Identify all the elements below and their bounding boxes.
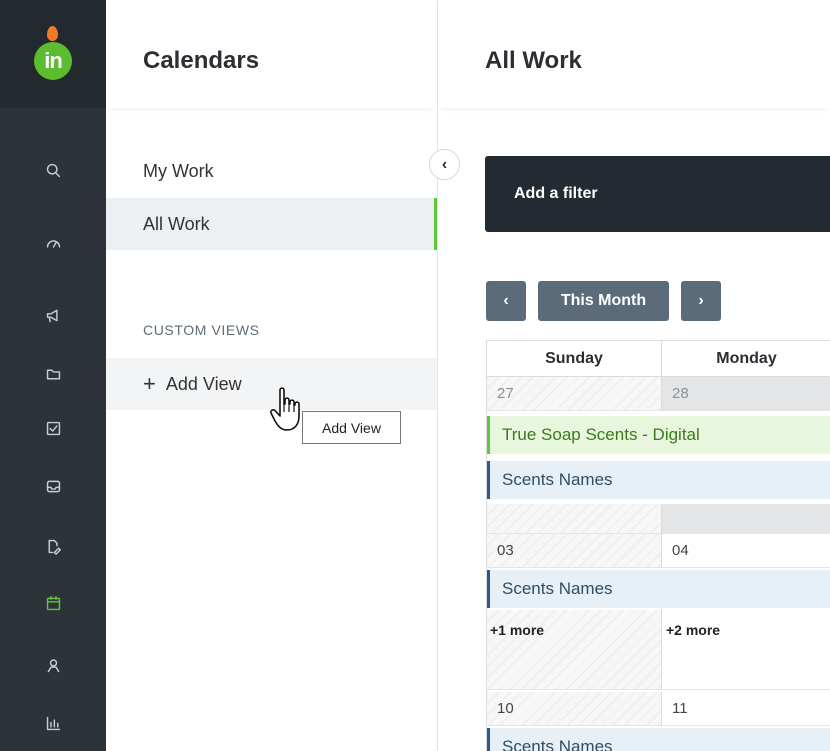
megaphone-icon[interactable] [43,305,63,325]
event-scents-names[interactable]: Scents Names [487,461,830,499]
proof-icon[interactable] [43,536,63,556]
day-number: 11 [672,700,688,717]
folder-icon[interactable] [43,364,63,384]
hand-cursor-icon [270,387,300,431]
day-cell-filler [487,504,662,534]
day-cell-27[interactable]: 27 [487,377,662,411]
logo-flame [47,26,58,41]
day-number: 03 [497,542,514,559]
this-month-button[interactable]: This Month [538,281,669,321]
day-cell-filler [662,504,830,534]
previous-month-button[interactable]: ‹ [486,281,526,321]
plus-icon: + [143,371,156,396]
calendar-grid: Sunday Monday 27 28 True Soap Scents - D… [486,340,830,751]
collapse-panel-button[interactable]: ‹ [429,149,460,180]
dashboard-icon[interactable] [43,233,63,253]
next-month-button[interactable]: › [681,281,721,321]
nav-item-my-work[interactable]: My Work [106,145,437,197]
day-header-sunday: Sunday [487,341,662,376]
event-scents-names[interactable]: Scents Names [487,570,830,608]
calendar-header-row: Sunday Monday [487,340,830,377]
add-filter-button[interactable]: Add a filter [485,156,830,232]
nav-item-label: All Work [143,213,210,234]
this-month-label: This Month [560,292,647,309]
reports-icon[interactable] [43,713,63,733]
inbox-icon[interactable] [43,476,63,496]
day-header-monday: Monday [716,349,777,367]
person-icon[interactable] [43,655,63,675]
event-label: Scents Names [502,737,613,751]
calendar-icon[interactable] [43,593,63,613]
add-view-label: Add View [165,373,242,394]
chevron-left-icon: ‹ [503,292,509,309]
app-sidebar: in [0,0,106,751]
page-title: All Work [485,47,582,74]
day-cell-03[interactable]: 03 [487,534,662,568]
calendars-panel: Calendars My Work All Work CUSTOM VIEWS … [106,0,438,751]
search-icon[interactable] [43,160,63,180]
day-number: 10 [497,700,514,717]
custom-views-heading: CUSTOM VIEWS [143,322,260,338]
day-cell-28[interactable]: 28 [662,377,830,411]
nav-item-label: My Work [143,160,214,181]
chevron-right-icon: › [698,292,704,309]
event-label: Scents Names [502,579,613,598]
nav-item-all-work[interactable]: All Work [106,198,437,250]
event-label: True Soap Scents - Digital [502,425,700,444]
chevron-left-icon: ‹ [441,155,448,173]
add-view-tooltip: Add View [302,411,401,444]
panel-title: Calendars [143,47,260,74]
day-cell-04[interactable]: 04 [662,534,830,568]
event-true-soap-scents[interactable]: True Soap Scents - Digital [487,416,830,454]
day-cell-10[interactable]: 10 [487,692,662,726]
add-filter-label: Add a filter [514,185,598,202]
day-number: 28 [672,385,689,402]
more-events-link[interactable]: +1 more [490,622,544,638]
panel-header: Calendars [106,0,437,108]
day-number: 27 [497,385,514,402]
day-number: 04 [672,542,689,559]
more-events-link[interactable]: +2 more [666,622,720,638]
main-header: All Work [438,0,830,108]
event-scents-names[interactable]: Scents Names [487,728,830,751]
day-cell-11[interactable]: 11 [662,692,830,726]
checkbox-icon[interactable] [43,418,63,438]
app-logo[interactable]: in [34,42,72,80]
event-label: Scents Names [502,470,613,489]
